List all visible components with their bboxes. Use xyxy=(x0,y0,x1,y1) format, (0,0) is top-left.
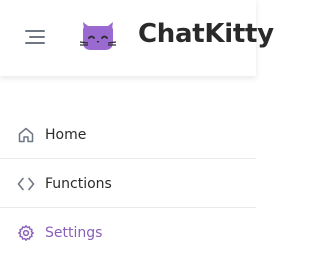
cat-logo-icon xyxy=(79,22,117,50)
sidebar-nav: Home Functions Settings xyxy=(0,110,256,257)
sidebar-item-label: Home xyxy=(45,126,87,143)
sidebar-item-label: Settings xyxy=(45,224,103,241)
app-window: ChatKitty Home Functions Settings xyxy=(0,0,274,258)
sidebar-item-label: Functions xyxy=(45,175,112,192)
home-icon xyxy=(16,125,36,145)
hamburger-menu-icon xyxy=(25,30,45,44)
brand-logo[interactable] xyxy=(78,16,118,56)
code-brackets-icon xyxy=(16,174,36,194)
sidebar-item-settings[interactable]: Settings xyxy=(0,208,256,257)
brand-name: ChatKitty xyxy=(138,19,274,49)
gear-icon xyxy=(16,223,36,243)
sidebar-item-home[interactable]: Home xyxy=(0,110,256,159)
menu-button[interactable] xyxy=(20,24,50,50)
top-bar: ChatKitty xyxy=(0,0,274,76)
sidebar-item-functions[interactable]: Functions xyxy=(0,159,256,208)
